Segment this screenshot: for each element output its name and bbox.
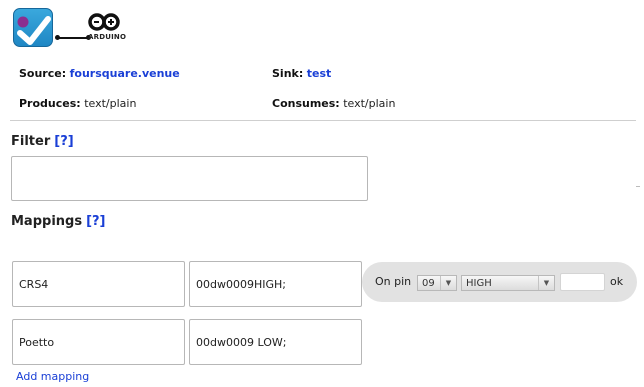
sink-info: Sink: test bbox=[272, 67, 331, 80]
filter-input[interactable] bbox=[11, 156, 368, 201]
filter-title-text: Filter bbox=[11, 134, 51, 149]
mappings-title: Mappings [?] bbox=[11, 214, 106, 229]
arduino-infinity-icon: ARDUINO bbox=[88, 12, 127, 44]
source-info: Source: foursquare.venue bbox=[19, 67, 180, 80]
triangle-down-icon: ▼ bbox=[538, 276, 554, 290]
sink-label: Sink: bbox=[272, 67, 304, 80]
add-mapping-link[interactable]: Add mapping bbox=[16, 370, 89, 383]
state-select-value: HIGH bbox=[466, 277, 492, 289]
mapping-value-input[interactable]: 00dw0009 LOW; bbox=[189, 319, 362, 365]
foursquare-check-icon bbox=[13, 8, 53, 47]
consumes-info: Consumes: text/plain bbox=[272, 97, 395, 110]
consumes-label: Consumes: bbox=[272, 97, 340, 110]
filter-help-link[interactable]: [?] bbox=[54, 134, 73, 149]
sink-value: test bbox=[306, 67, 332, 80]
mapping-key-input[interactable]: CRS4 bbox=[12, 261, 185, 307]
produces-value: text/plain bbox=[84, 97, 137, 110]
produces-label: Produces: bbox=[19, 97, 81, 110]
mapping-key-input[interactable]: Poetto bbox=[12, 319, 185, 365]
triangle-down-icon: ▼ bbox=[440, 276, 456, 290]
source-label: Source: bbox=[19, 67, 67, 80]
pin-select-value: 09 bbox=[422, 277, 435, 289]
edge-mark bbox=[636, 186, 640, 187]
ok-button[interactable]: ok bbox=[610, 275, 623, 288]
pin-label: On pin bbox=[375, 275, 412, 288]
produces-info: Produces: text/plain bbox=[19, 97, 136, 110]
pin-select[interactable]: 09 ▼ bbox=[417, 275, 457, 291]
mapping-value-input[interactable]: 00dw0009HIGH; bbox=[189, 261, 362, 307]
state-select[interactable]: HIGH ▼ bbox=[461, 275, 555, 291]
pin-value-input[interactable] bbox=[560, 273, 605, 291]
mappings-title-text: Mappings bbox=[11, 214, 83, 229]
mappings-help-link[interactable]: [?] bbox=[86, 214, 105, 229]
filter-title: Filter [?] bbox=[11, 134, 74, 149]
arduino-logo-text: ARDUINO bbox=[88, 33, 127, 41]
header-divider bbox=[10, 120, 636, 121]
source-value: foursquare.venue bbox=[69, 67, 180, 80]
connector-line bbox=[55, 35, 91, 40]
consumes-value: text/plain bbox=[343, 97, 396, 110]
